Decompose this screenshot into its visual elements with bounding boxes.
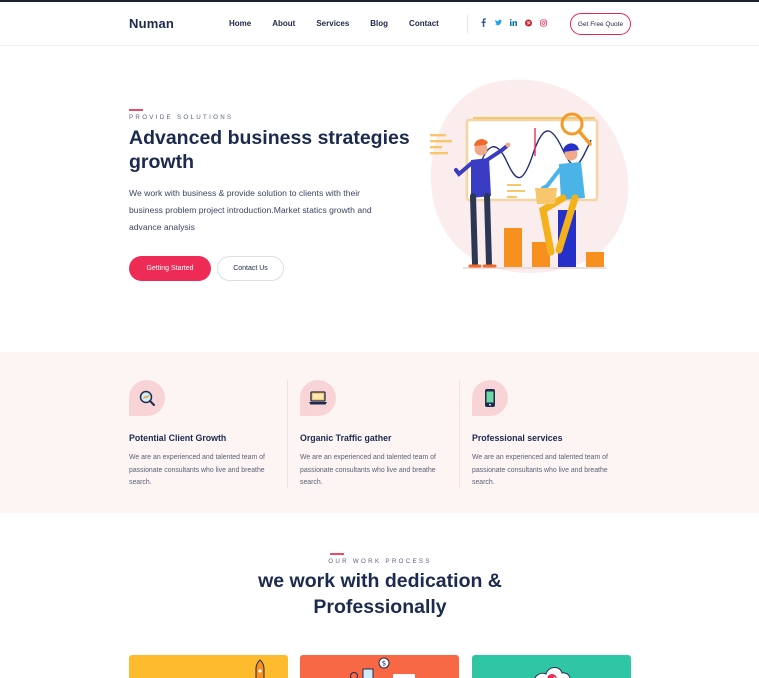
- feature-description-line3: search.: [472, 479, 495, 486]
- laptop-icon: [309, 391, 327, 405]
- feature-icon-wrap: [129, 380, 165, 416]
- nav-services[interactable]: Services: [316, 19, 349, 28]
- nav-contact[interactable]: Contact: [409, 19, 439, 28]
- process-eyebrow: OUR WORK PROCESS: [328, 558, 432, 565]
- hero-description-line2: business problem project introduction.Ma…: [129, 205, 372, 215]
- hero-description: We work with business & provide solution…: [129, 185, 399, 236]
- hero-description-line3: advance analysis: [129, 222, 195, 232]
- hero-title-line1: Advanced business strategies: [129, 127, 410, 149]
- feature-title: Potential Client Growth: [129, 433, 227, 443]
- feature-card-2: Organic Traffic gather We are an experie…: [300, 380, 460, 490]
- social-links: [480, 18, 547, 27]
- getting-started-button[interactable]: Getting Started: [129, 256, 211, 281]
- linkedin-icon[interactable]: [510, 18, 517, 27]
- feature-description-line1: We are an experienced and talented team …: [129, 454, 265, 461]
- feature-description-line2: passionate consultants who live and brea…: [472, 466, 608, 474]
- twitter-icon[interactable]: [495, 18, 502, 27]
- header-divider: [467, 15, 468, 33]
- feature-card-1: Potential Client Growth We are an experi…: [129, 380, 289, 490]
- get-free-quote-button[interactable]: Get Free Quote: [570, 13, 631, 35]
- feature-description: We are an experienced and talented team …: [129, 452, 279, 490]
- hero-description-line1: We work with business & provide solution…: [129, 188, 361, 198]
- feature-description-line1: We are an experienced and talented team …: [472, 454, 608, 461]
- process-card-3[interactable]: [472, 655, 631, 678]
- feature-description: We are an experienced and talented team …: [472, 452, 622, 490]
- facebook-icon[interactable]: [480, 18, 487, 27]
- nav-blog[interactable]: Blog: [370, 19, 388, 28]
- site-header: Numan Home About Services Blog Contact G…: [0, 2, 759, 46]
- pinterest-icon[interactable]: [525, 18, 532, 27]
- process-title-line1: we work with dedication &: [258, 570, 502, 592]
- hero-title: Advanced business strategies growth: [129, 126, 429, 174]
- feature-divider: [459, 380, 460, 488]
- feature-title: Organic Traffic gather: [300, 433, 392, 443]
- analytics-icon: $: [350, 657, 415, 678]
- instagram-icon[interactable]: [540, 18, 547, 27]
- business-growth-illustration: [430, 79, 629, 273]
- search-growth-icon: [139, 390, 155, 406]
- process-card-1[interactable]: [129, 655, 288, 678]
- feature-icon-wrap: [472, 380, 508, 416]
- feature-description: We are an experienced and talented team …: [300, 452, 450, 490]
- process-title-line2: Professionally: [313, 596, 447, 618]
- rocket-icon: [255, 659, 265, 678]
- feature-description-line2: passionate consultants who live and brea…: [300, 466, 436, 474]
- process-accent-line: [330, 553, 344, 555]
- cloud-check-icon: [534, 667, 571, 678]
- process-card-2[interactable]: $: [300, 655, 459, 678]
- main-nav: Home About Services Blog Contact: [229, 19, 460, 28]
- feature-description-line2: passionate consultants who live and brea…: [129, 466, 265, 474]
- nav-home[interactable]: Home: [229, 19, 251, 28]
- hero-title-line2: growth: [129, 151, 194, 173]
- feature-divider: [287, 380, 288, 488]
- feature-icon-wrap: [300, 380, 336, 416]
- contact-us-button[interactable]: Contact Us: [217, 256, 284, 281]
- feature-description-line3: search.: [300, 479, 323, 486]
- process-title: we work with dedication & Professionally: [180, 568, 580, 620]
- hero-accent-line: [129, 109, 143, 111]
- mobile-phone-icon: [485, 389, 495, 407]
- hero-eyebrow: PROVIDE SOLUTIONS: [129, 114, 234, 121]
- feature-description-line3: search.: [129, 479, 152, 486]
- feature-description-line1: We are an experienced and talented team …: [300, 454, 436, 461]
- feature-title: Professional services: [472, 433, 563, 443]
- nav-about[interactable]: About: [272, 19, 295, 28]
- feature-card-3: Professional services We are an experien…: [472, 380, 632, 490]
- site-logo[interactable]: Numan: [129, 16, 174, 31]
- svg-text:$: $: [382, 660, 386, 668]
